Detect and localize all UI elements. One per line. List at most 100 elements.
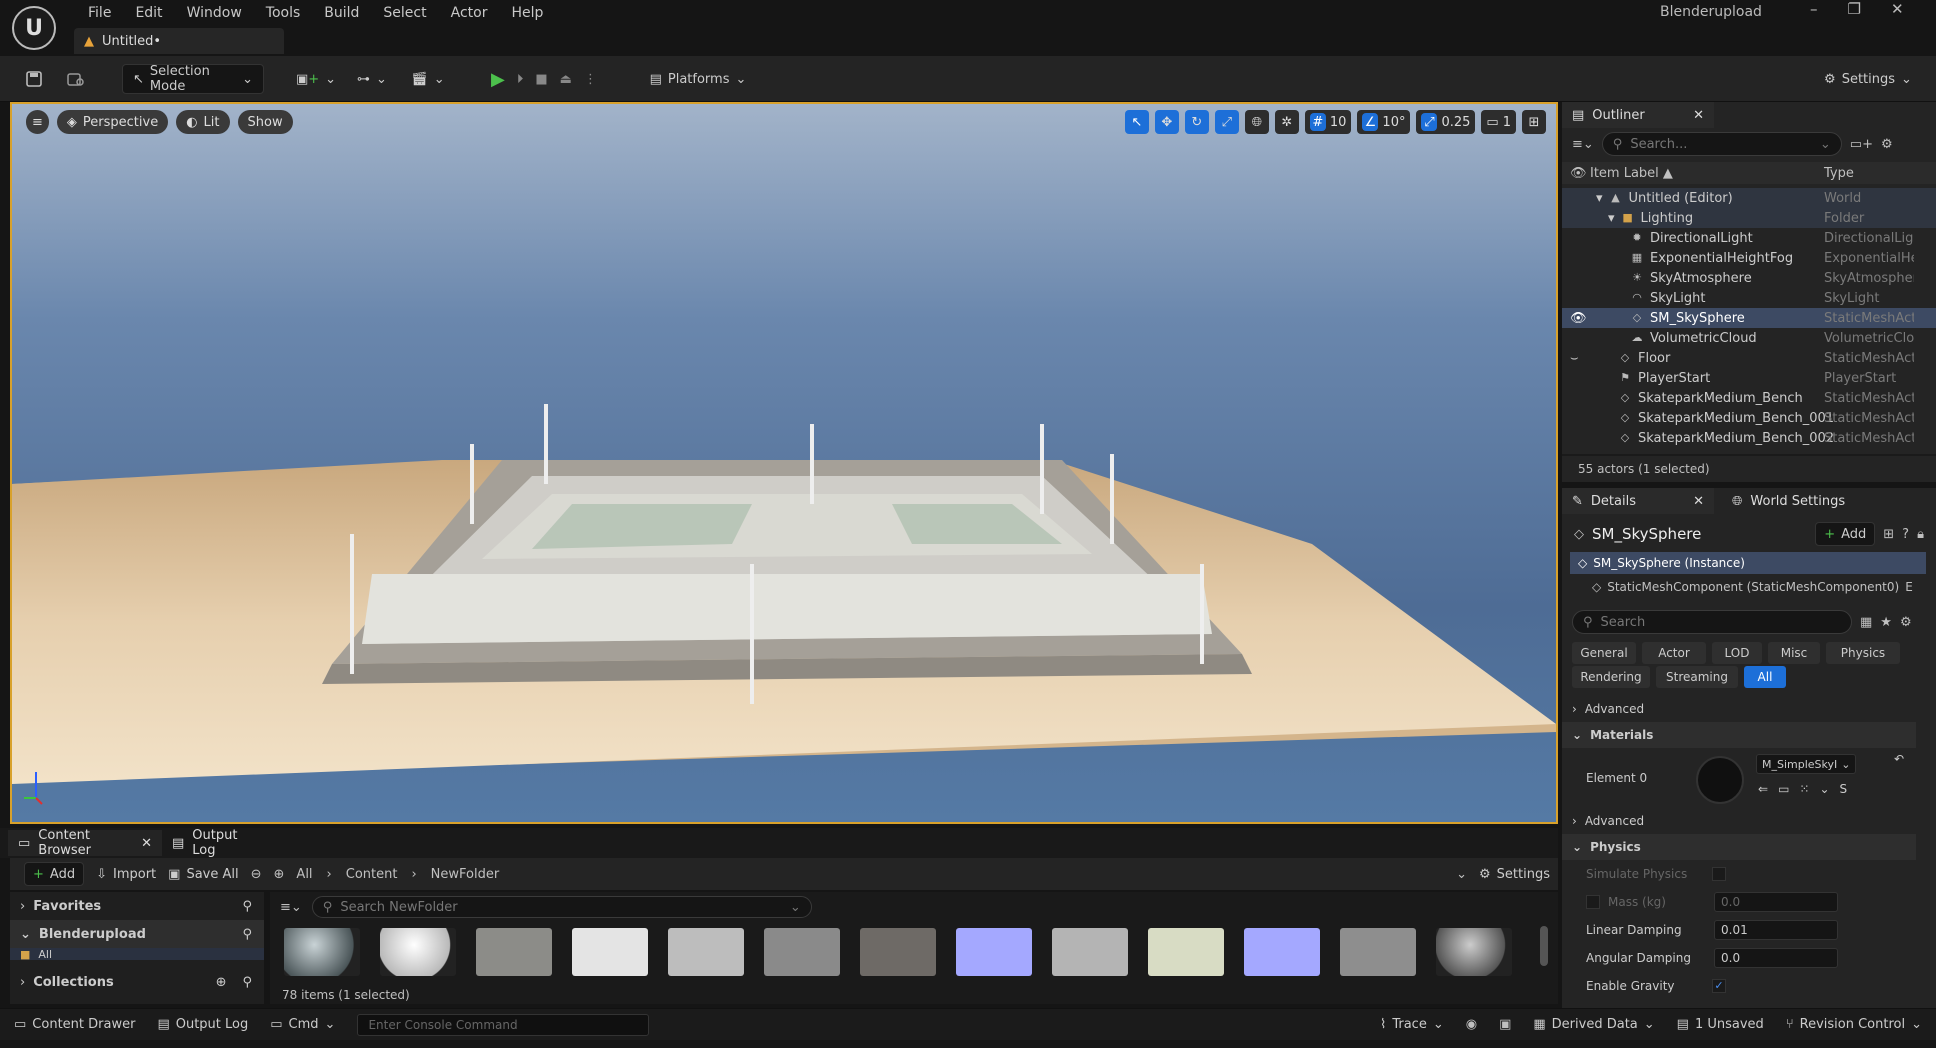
menu-window[interactable]: Window <box>175 5 254 21</box>
menu-select[interactable]: Select <box>371 5 438 21</box>
screenshot-icon[interactable]: ▣ <box>1499 1017 1511 1032</box>
path-dropdown-icon[interactable]: ⌄ <box>1456 867 1467 882</box>
filter-misc[interactable]: Misc <box>1768 642 1820 664</box>
rotation-snap-toggle[interactable]: ∠ 10° <box>1357 110 1411 134</box>
output-log-button[interactable]: ▤ Output Log <box>157 1017 248 1032</box>
asset-thumbnail[interactable] <box>1244 928 1320 976</box>
material-dropdown[interactable]: M_SimpleSkyI ⌄ <box>1756 754 1856 774</box>
outliner-row-playerstart[interactable]: ⚑ PlayerStart PlayerStart <box>1562 368 1936 388</box>
filter-icon[interactable]: ≡⌄ <box>280 900 302 915</box>
outliner-row-skyatmosphere[interactable]: ☀ SkyAtmosphere SkyAtmospher <box>1562 268 1936 288</box>
cb-settings-button[interactable]: ⚙ Settings <box>1479 859 1550 889</box>
filter-icon[interactable]: ≡⌄ <box>1572 137 1594 152</box>
asset-scrollbar[interactable] <box>1540 926 1548 966</box>
help-icon[interactable]: ? <box>1902 527 1909 542</box>
unreal-logo-icon[interactable]: U <box>12 6 56 50</box>
advanced-section[interactable]: › Advanced <box>1562 696 1916 722</box>
search-icon[interactable]: ⚲ <box>242 927 252 942</box>
close-button[interactable]: ✕ <box>1891 0 1904 18</box>
enable-gravity-checkbox[interactable]: ✓ <box>1712 979 1726 993</box>
search-icon[interactable]: ⚲ <box>242 975 252 990</box>
advance-frame-icon[interactable]: ⏵︎ <box>517 72 524 87</box>
outliner-row-bench[interactable]: ◇ SkateparkMedium_Bench StaticMeshAct <box>1562 388 1936 408</box>
document-tab[interactable]: ▲ Untitled• <box>74 28 284 54</box>
history-forward-icon[interactable]: ⊕ <box>274 867 285 882</box>
asset-thumbnail[interactable] <box>572 928 648 976</box>
mass-override-checkbox[interactable] <box>1586 895 1600 909</box>
menu-help[interactable]: Help <box>499 5 555 21</box>
cmd-dropdown[interactable]: ▭ Cmd ⌄ <box>270 1017 335 1032</box>
world-local-icon[interactable]: 🌐︎ <box>1244 110 1269 134</box>
asset-search-input[interactable]: ⚲ Search NewFolder ⌄ <box>311 896 812 918</box>
menu-file[interactable]: File <box>76 5 123 21</box>
asset-thumbnail[interactable] <box>764 928 840 976</box>
outliner-row-world[interactable]: ▾ ▲ Untitled (Editor) World <box>1562 188 1936 208</box>
linear-damping-input[interactable]: 0.01 <box>1714 920 1838 940</box>
camera-speed-button[interactable]: ▭ 1 <box>1481 110 1516 134</box>
visibility-eye-icon[interactable]: 👁︎ <box>1570 311 1587 326</box>
asset-thumbnail[interactable] <box>1340 928 1416 976</box>
outliner-row-bench-002[interactable]: ◇ SkateparkMedium_Bench_002 StaticMeshAct <box>1562 428 1936 448</box>
menu-edit[interactable]: Edit <box>123 5 174 21</box>
search-icon[interactable]: ⚲ <box>242 899 252 914</box>
world-settings-tab[interactable]: 🌐︎ World Settings <box>1722 488 1872 514</box>
angular-damping-input[interactable]: 0.0 <box>1714 948 1838 968</box>
outliner-search-input[interactable]: ⚲ Search... ⌄ <box>1601 132 1842 156</box>
menu-tools[interactable]: Tools <box>254 5 313 21</box>
collections-section[interactable]: › Collections ⊕ ⚲ <box>10 966 264 998</box>
gear-icon[interactable]: ⚙ <box>1881 137 1893 152</box>
minimize-button[interactable]: – <box>1810 0 1818 18</box>
physics-section[interactable]: ⌄ Physics <box>1562 834 1916 860</box>
browse-level-icon[interactable] <box>64 64 88 94</box>
record-icon[interactable]: ◉ <box>1466 1017 1477 1032</box>
show-button[interactable]: Show <box>237 110 293 134</box>
filter-physics[interactable]: Physics <box>1826 642 1900 664</box>
hidden-eye-icon[interactable]: ⌣ <box>1570 351 1579 366</box>
filter-general[interactable]: General <box>1572 642 1636 664</box>
content-drawer-button[interactable]: ▭ Content Drawer <box>14 1017 135 1032</box>
filter-all[interactable]: All <box>1744 666 1786 688</box>
outliner-row-skylight[interactable]: ◠ SkyLight SkyLight <box>1562 288 1936 308</box>
outliner-row-bench-001[interactable]: ◇ SkateparkMedium_Bench_001 StaticMeshAct <box>1562 408 1936 428</box>
type-header[interactable]: Type <box>1824 166 1854 181</box>
outliner-row-lighting[interactable]: ▾ ■ Lighting Folder <box>1562 208 1936 228</box>
outliner-row-floor[interactable]: ⌣ ◇ Floor StaticMeshAct <box>1562 348 1936 368</box>
materials-section[interactable]: ⌄ Materials <box>1562 722 1916 748</box>
component-instance-row[interactable]: ◇ SM_SkySphere (Instance) <box>1570 552 1926 574</box>
close-icon[interactable]: ✕ <box>141 836 152 851</box>
trace-button[interactable]: ⌇ Trace ⌄ <box>1380 1017 1444 1032</box>
menu-build[interactable]: Build <box>312 5 371 21</box>
scale-snap-toggle[interactable]: ⤢ 0.25 <box>1416 110 1476 134</box>
viewport-layout-icon[interactable]: ⊞ <box>1522 110 1546 134</box>
menu-actor[interactable]: Actor <box>439 5 500 21</box>
details-tab[interactable]: ✎ Details ✕ <box>1562 488 1714 514</box>
translate-tool-icon[interactable]: ✥ <box>1154 110 1179 134</box>
asset-thumbnail[interactable] <box>1148 928 1224 976</box>
viewport-menu-button[interactable]: ≡ <box>26 110 49 134</box>
add-folder-icon[interactable]: ▭+ <box>1850 137 1873 152</box>
gear-icon[interactable]: ⚙ <box>1900 615 1912 630</box>
project-section[interactable]: ⌄ Blenderupload ⚲ <box>10 920 264 948</box>
breadcrumb-content[interactable]: Content <box>346 867 398 882</box>
import-button[interactable]: ⇩ Import <box>96 859 156 889</box>
lit-button[interactable]: ◐ Lit <box>176 110 230 134</box>
more-options-icon[interactable]: ⋮ <box>584 72 597 87</box>
scale-tool-icon[interactable]: ⤢ <box>1214 110 1239 134</box>
save-all-button[interactable]: ▣ Save All <box>168 859 238 889</box>
use-selected-icon[interactable]: ⇐ <box>1758 782 1768 796</box>
reset-icon[interactable]: ↶ <box>1894 752 1904 766</box>
mass-input[interactable]: 0.0 <box>1714 892 1838 912</box>
stop-icon[interactable]: ■ <box>535 72 547 87</box>
all-folder-row[interactable]: ■ All <box>10 948 264 960</box>
revision-control-button[interactable]: ⑂ Revision Control ⌄ <box>1786 1017 1922 1032</box>
details-search-input[interactable]: ⚲ Search <box>1572 610 1852 634</box>
blueprint-icon[interactable]: ⊞ <box>1883 527 1894 542</box>
component-row[interactable]: ◇ StaticMeshComponent (StaticMeshCompone… <box>1592 576 1932 598</box>
advanced2-section[interactable]: › Advanced <box>1562 808 1916 834</box>
breadcrumb-newfolder[interactable]: NewFolder <box>431 867 500 882</box>
simulate-physics-checkbox[interactable] <box>1712 867 1726 881</box>
browse-icon[interactable]: ▭ <box>1778 782 1789 796</box>
surface-snap-icon[interactable]: ✲ <box>1274 110 1299 134</box>
add-component-button[interactable]: + Add <box>1815 522 1876 546</box>
content-browser-tab[interactable]: ▭ Content Browser ✕ <box>8 828 162 858</box>
